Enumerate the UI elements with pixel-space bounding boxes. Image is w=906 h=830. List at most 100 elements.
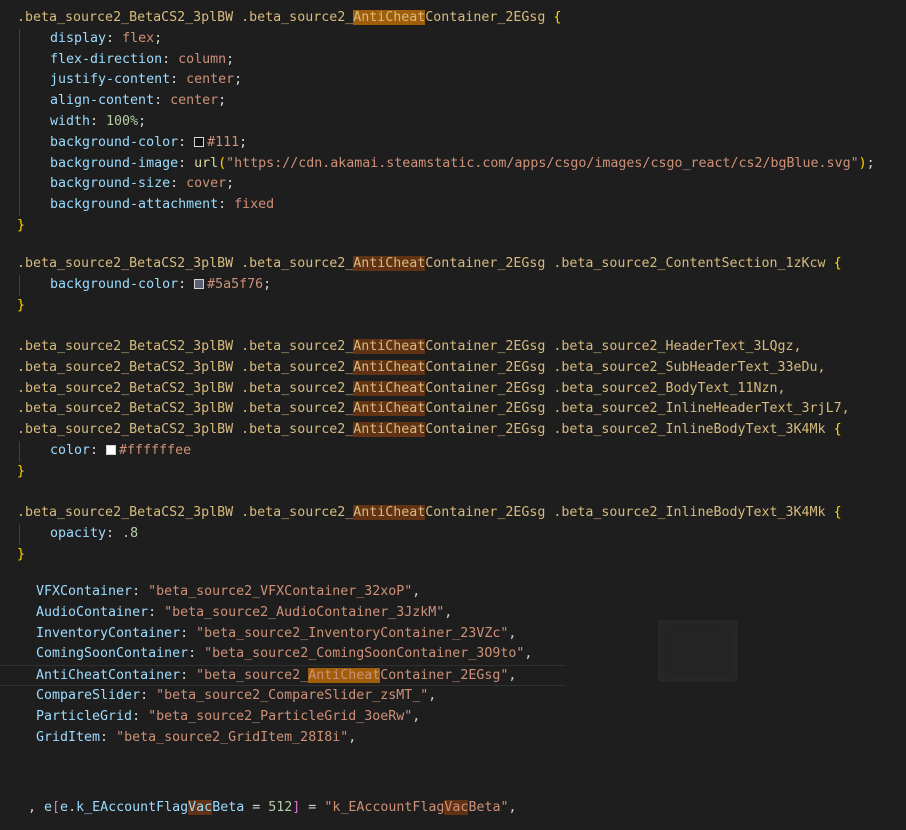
search-match-current: AntiCheat	[308, 668, 381, 684]
code-line[interactable]: background-size: cover;	[0, 174, 906, 195]
code-line[interactable]: AudioContainer: "beta_source2_AudioConta…	[0, 603, 906, 624]
css-url-string[interactable]: "https://cdn.akamai.steamstatic.com/apps…	[226, 156, 858, 171]
code-line[interactable]: background-attachment: fixed	[0, 195, 906, 216]
open-paren: (	[218, 155, 227, 171]
js-number: 512	[268, 800, 293, 815]
code-line[interactable]: .beta_source2_BetaCS2_3plBW .beta_source…	[0, 399, 906, 420]
code-editor[interactable]: .beta_source2_BetaCS2_3plBW .beta_source…	[0, 0, 906, 830]
js-string: "k_EAccountFlag	[324, 800, 445, 815]
css-property: background-color	[50, 276, 179, 292]
css-value: center	[186, 72, 235, 88]
code-line[interactable]: background-image: url("https://cdn.akama…	[0, 154, 906, 175]
css-selector-part: Container_2EGsg	[425, 10, 554, 25]
js-string: "beta_source2_AudioContainer_3JzkM"	[164, 604, 445, 620]
css-value: #ffffffee	[119, 442, 192, 458]
close-paren: )	[858, 155, 867, 171]
code-line[interactable]: justify-content: center;	[0, 70, 906, 91]
code-line[interactable]: align-content: center;	[0, 91, 906, 112]
css-selector-part: .beta_source2_BetaCS2_3plBW .beta_source…	[17, 256, 354, 271]
js-key: GridItem	[36, 729, 101, 745]
code-line[interactable]: GridItem: "beta_source2_GridItem_28I8i",	[0, 728, 906, 749]
close-brace: }	[17, 217, 26, 233]
search-match: Vac	[444, 800, 469, 815]
code-line[interactable]: .beta_source2_BetaCS2_3plBW .beta_source…	[0, 503, 906, 524]
code-line[interactable]: }	[0, 216, 906, 237]
js-string: "beta_source2_ComingSoonContainer_3O9to"	[204, 646, 525, 662]
js-identifier: k_EAccountFlag	[76, 800, 189, 815]
close-bracket: ]	[292, 800, 301, 815]
css-selector-part: .beta_source2_BetaCS2_3plBW .beta_source…	[17, 505, 354, 520]
css-property: background-color	[50, 134, 179, 150]
code-line[interactable]: background-color: #111;	[0, 133, 906, 154]
css-selector-part: Container_2EGsg .beta_source2_ContentSec…	[425, 256, 834, 271]
js-key: AntiCheatContainer	[36, 668, 181, 684]
code-line[interactable]: background-color: #5a5f76;	[0, 275, 906, 296]
search-match: AntiCheat	[353, 422, 426, 438]
open-brace: {	[553, 10, 562, 25]
color-swatch-icon[interactable]	[194, 136, 205, 147]
css-property: color	[50, 442, 91, 458]
js-key: InventoryContainer	[36, 625, 181, 641]
code-line[interactable]: InventoryContainer: "beta_source2_Invent…	[0, 624, 906, 645]
js-identifier: Beta	[212, 800, 245, 815]
js-enum-assignment: , e[e.k_EAccountFlagVacBeta = 512] = "k_…	[0, 798, 906, 819]
code-line[interactable]: ComingSoonContainer: "beta_source2_Comin…	[0, 644, 906, 665]
code-line-current[interactable]: AntiCheatContainer: "beta_source2_AntiCh…	[0, 665, 566, 686]
js-key: ParticleGrid	[36, 708, 133, 724]
css-rule-anticheat-container: .beta_source2_BetaCS2_3plBW .beta_source…	[0, 8, 906, 237]
color-swatch-icon[interactable]	[194, 278, 205, 289]
css-property: background-attachment	[50, 197, 219, 213]
css-selector-part: .beta_source2_BetaCS2_3plBW .beta_source…	[17, 401, 354, 417]
css-value: cover	[186, 176, 227, 192]
css-selector-part: Container_2EGsg .beta_source2_InlineBody…	[425, 505, 834, 520]
code-line[interactable]: .beta_source2_BetaCS2_3plBW .beta_source…	[0, 379, 906, 400]
css-value: column	[178, 51, 227, 67]
code-line[interactable]: .beta_source2_BetaCS2_3plBW .beta_source…	[0, 8, 906, 29]
css-selector-part: Container_2EGsg .beta_source2_InlineBody…	[425, 422, 834, 438]
css-rule-inline-body-opacity: .beta_source2_BetaCS2_3plBW .beta_source…	[0, 503, 906, 565]
css-value: 100%	[106, 113, 139, 129]
open-brace: {	[833, 256, 842, 271]
code-line[interactable]: }	[0, 462, 906, 483]
css-selector-part: .beta_source2_BetaCS2_3plBW .beta_source…	[17, 422, 354, 438]
blurred-region	[658, 620, 738, 682]
code-line[interactable]: .beta_source2_BetaCS2_3plBW .beta_source…	[0, 337, 906, 358]
code-line[interactable]: opacity: .8	[0, 524, 906, 545]
css-property: align-content	[50, 93, 155, 109]
code-line[interactable]: .beta_source2_BetaCS2_3plBW .beta_source…	[0, 358, 906, 379]
js-key: VFXContainer	[36, 584, 133, 599]
code-line[interactable]: ParticleGrid: "beta_source2_ParticleGrid…	[0, 707, 906, 728]
js-identifier: e	[44, 800, 53, 815]
js-string: Beta"	[468, 800, 509, 815]
search-match: AntiCheat	[353, 380, 426, 396]
js-string: "beta_source2_InventoryContainer_23VZc"	[196, 625, 509, 641]
js-classname-map: VFXContainer: "beta_source2_VFXContainer…	[0, 582, 906, 748]
css-value: center	[170, 93, 219, 109]
code-line[interactable]: .beta_source2_BetaCS2_3plBW .beta_source…	[0, 420, 906, 441]
code-line[interactable]: CompareSlider: "beta_source2_CompareSlid…	[0, 686, 906, 707]
code-line[interactable]: }	[0, 545, 906, 566]
js-string: Container_2EGsg"	[380, 668, 509, 684]
css-property: justify-content	[50, 72, 171, 88]
code-line[interactable]: color: #ffffffee	[0, 441, 906, 462]
css-selector-part: Container_2EGsg .beta_source2_SubHeaderT…	[425, 359, 826, 375]
js-key: CompareSlider	[36, 687, 141, 703]
js-string: "beta_source2_ParticleGrid_3oeRw"	[148, 708, 413, 724]
code-line[interactable]: VFXContainer: "beta_source2_VFXContainer…	[0, 582, 906, 603]
close-brace: }	[17, 546, 26, 562]
search-match-current: AntiCheat	[353, 10, 426, 25]
code-line[interactable]: }	[0, 296, 906, 317]
code-line[interactable]: display: flex;	[0, 29, 906, 50]
css-property: background-image	[50, 155, 179, 171]
comma-prefix: ,	[28, 800, 45, 815]
css-selector-part: Container_2EGsg .beta_source2_HeaderText…	[425, 339, 802, 354]
js-string: "beta_source2_	[196, 668, 309, 684]
css-value: #111	[207, 134, 240, 150]
search-match: AntiCheat	[353, 505, 426, 520]
css-selector-part: .beta_source2_BetaCS2_3plBW .beta_source…	[17, 380, 354, 396]
color-swatch-icon[interactable]	[106, 444, 117, 455]
code-line[interactable]: .beta_source2_BetaCS2_3plBW .beta_source…	[0, 254, 906, 275]
code-line[interactable]: width: 100%;	[0, 112, 906, 133]
code-line[interactable]: , e[e.k_EAccountFlagVacBeta = 512] = "k_…	[0, 798, 906, 819]
code-line[interactable]: flex-direction: column;	[0, 50, 906, 71]
